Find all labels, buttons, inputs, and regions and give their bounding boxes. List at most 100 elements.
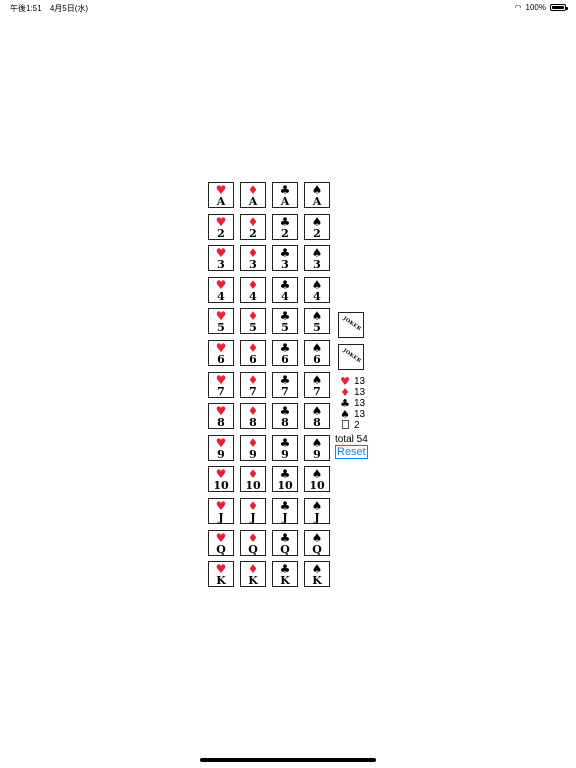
card-hearts-5[interactable]: ♥ 5 bbox=[208, 308, 234, 334]
card-rank: 8 bbox=[313, 416, 321, 429]
card-rank: 9 bbox=[249, 448, 257, 461]
card-hearts-3[interactable]: ♥ 3 bbox=[208, 245, 234, 271]
card-clubs-9[interactable]: ♣ 9 bbox=[272, 435, 298, 461]
card-clubs-q[interactable]: ♣ Q bbox=[272, 530, 298, 556]
card-spades-7[interactable]: ♠ 7 bbox=[304, 372, 330, 398]
card-diamonds-6[interactable]: ♦ 6 bbox=[240, 340, 266, 366]
card-clubs-j[interactable]: ♣ J bbox=[272, 498, 298, 524]
card-diamonds-10[interactable]: ♦ 10 bbox=[240, 466, 266, 492]
home-indicator[interactable] bbox=[200, 758, 376, 762]
card-diamonds-q[interactable]: ♦ Q bbox=[240, 530, 266, 556]
card-diamonds-9[interactable]: ♦ 9 bbox=[240, 435, 266, 461]
joker-card[interactable]: JOKER bbox=[338, 344, 364, 370]
card-clubs-10[interactable]: ♣ 10 bbox=[272, 466, 298, 492]
card-hearts-8[interactable]: ♥ 8 bbox=[208, 403, 234, 429]
card-spades-9[interactable]: ♠ 9 bbox=[304, 435, 330, 461]
card-spades-5[interactable]: ♠ 5 bbox=[304, 308, 330, 334]
card-spades-a[interactable]: ♠ A bbox=[304, 182, 330, 208]
card-clubs-a[interactable]: ♣ A bbox=[272, 182, 298, 208]
card-diamonds-2[interactable]: ♦ 2 bbox=[240, 214, 266, 240]
card-hearts-q[interactable]: ♥ Q bbox=[208, 530, 234, 556]
card-rank: K bbox=[216, 574, 226, 587]
card-hearts-10[interactable]: ♥ 10 bbox=[208, 466, 234, 492]
card-spades-4[interactable]: ♠ 4 bbox=[304, 277, 330, 303]
count-value: 2 bbox=[354, 420, 360, 431]
card-diamonds-k[interactable]: ♦ K bbox=[240, 561, 266, 587]
card-hearts-j[interactable]: ♥ J bbox=[208, 498, 234, 524]
card-rank: 7 bbox=[313, 385, 321, 398]
card-clubs-k[interactable]: ♣ K bbox=[272, 561, 298, 587]
card-rank: 5 bbox=[217, 321, 225, 334]
card-rank: 6 bbox=[249, 353, 257, 366]
card-spades-j[interactable]: ♠ J bbox=[304, 498, 330, 524]
card-diamonds-a[interactable]: ♦ A bbox=[240, 182, 266, 208]
card-rank: 10 bbox=[309, 479, 325, 492]
card-rank: J bbox=[314, 511, 320, 524]
card-diamonds-8[interactable]: ♦ 8 bbox=[240, 403, 266, 429]
card-rank: 9 bbox=[217, 448, 225, 461]
card-spades-8[interactable]: ♠ 8 bbox=[304, 403, 330, 429]
card-spades-3[interactable]: ♠ 3 bbox=[304, 245, 330, 271]
card-clubs-7[interactable]: ♣ 7 bbox=[272, 372, 298, 398]
card-rank: 4 bbox=[313, 290, 321, 303]
suit-counts: ♥ 13 ♦ 13 ♣ 13 ♠ 13 2 bbox=[339, 376, 365, 431]
card-rank: 3 bbox=[281, 258, 289, 271]
count-value: 13 bbox=[354, 409, 366, 420]
card-rank: A bbox=[280, 195, 290, 208]
card-spades-q[interactable]: ♠ Q bbox=[304, 530, 330, 556]
card-rank: 2 bbox=[313, 227, 321, 240]
card-rank: 2 bbox=[281, 227, 289, 240]
card-rank: 10 bbox=[277, 479, 293, 492]
card-spades-10[interactable]: ♠ 10 bbox=[304, 466, 330, 492]
card-rank: 6 bbox=[281, 353, 289, 366]
count-jokers: 2 bbox=[339, 420, 365, 431]
card-diamonds-j[interactable]: ♦ J bbox=[240, 498, 266, 524]
battery-percent: 100% bbox=[525, 3, 546, 12]
card-hearts-a[interactable]: ♥ A bbox=[208, 182, 234, 208]
card-rank: 3 bbox=[249, 258, 257, 271]
card-rank: 4 bbox=[249, 290, 257, 303]
card-spades-2[interactable]: ♠ 2 bbox=[304, 214, 330, 240]
card-diamonds-7[interactable]: ♦ 7 bbox=[240, 372, 266, 398]
card-diamonds-3[interactable]: ♦ 3 bbox=[240, 245, 266, 271]
count-value: 13 bbox=[354, 376, 366, 387]
card-hearts-2[interactable]: ♥ 2 bbox=[208, 214, 234, 240]
count-value: 13 bbox=[354, 387, 366, 398]
joker-card[interactable]: JOKER bbox=[338, 312, 364, 338]
spade-icon: ♠ bbox=[340, 408, 350, 421]
reset-button[interactable]: Reset bbox=[335, 445, 368, 459]
card-rank: 5 bbox=[281, 321, 289, 334]
card-hearts-k[interactable]: ♥ K bbox=[208, 561, 234, 587]
card-rank: 7 bbox=[217, 385, 225, 398]
card-rank: 6 bbox=[217, 353, 225, 366]
card-hearts-9[interactable]: ♥ 9 bbox=[208, 435, 234, 461]
card-rank: 8 bbox=[281, 416, 289, 429]
card-hearts-6[interactable]: ♥ 6 bbox=[208, 340, 234, 366]
card-diamonds-5[interactable]: ♦ 5 bbox=[240, 308, 266, 334]
card-rank: 10 bbox=[213, 479, 229, 492]
card-clubs-6[interactable]: ♣ 6 bbox=[272, 340, 298, 366]
status-bar: 午後1:51 4月5日(水) ◠ 100% bbox=[0, 0, 576, 16]
card-diamonds-4[interactable]: ♦ 4 bbox=[240, 277, 266, 303]
card-hearts-7[interactable]: ♥ 7 bbox=[208, 372, 234, 398]
card-rank: K bbox=[312, 574, 322, 587]
card-clubs-2[interactable]: ♣ 2 bbox=[272, 214, 298, 240]
card-rank: 5 bbox=[313, 321, 321, 334]
card-rank: A bbox=[216, 195, 226, 208]
card-rank: 7 bbox=[249, 385, 257, 398]
card-rank: 8 bbox=[249, 416, 257, 429]
card-rank: 4 bbox=[281, 290, 289, 303]
total-count: total 54 bbox=[335, 434, 368, 445]
card-rank: 6 bbox=[313, 353, 321, 366]
card-spades-6[interactable]: ♠ 6 bbox=[304, 340, 330, 366]
card-rank: J bbox=[218, 511, 224, 524]
card-spades-k[interactable]: ♠ K bbox=[304, 561, 330, 587]
card-clubs-8[interactable]: ♣ 8 bbox=[272, 403, 298, 429]
card-rank: 8 bbox=[217, 416, 225, 429]
card-hearts-4[interactable]: ♥ 4 bbox=[208, 277, 234, 303]
card-rank: A bbox=[248, 195, 258, 208]
card-clubs-4[interactable]: ♣ 4 bbox=[272, 277, 298, 303]
card-clubs-3[interactable]: ♣ 3 bbox=[272, 245, 298, 271]
status-date: 4月5日(水) bbox=[49, 4, 89, 13]
card-clubs-5[interactable]: ♣ 5 bbox=[272, 308, 298, 334]
